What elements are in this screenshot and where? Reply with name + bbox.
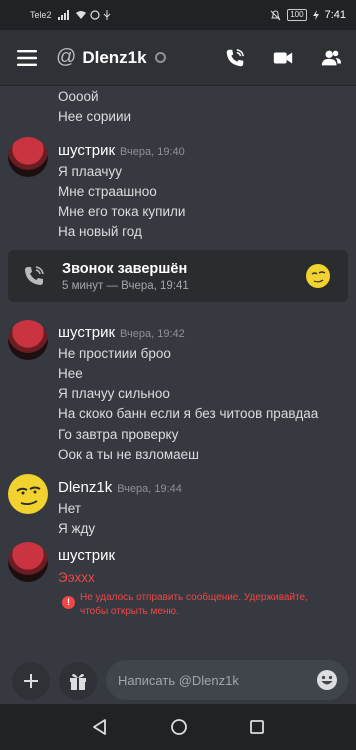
author-name[interactable]: шустрик: [58, 142, 115, 159]
message-list[interactable]: Оооой Нее сориии шустрик Вчера, 19:40 Я п…: [0, 86, 356, 658]
emoji-icon[interactable]: [316, 669, 338, 691]
recents-icon[interactable]: [249, 719, 265, 735]
call-ended-icon: [25, 266, 44, 285]
avatar[interactable]: [8, 542, 48, 582]
members-icon[interactable]: [320, 47, 342, 69]
failed-message-line[interactable]: Ээххх: [58, 570, 95, 585]
call-ended-card[interactable]: Звонок завершён 5 минут — Вчера, 19:41: [8, 250, 348, 302]
message-line: Я плаачуу: [58, 164, 122, 179]
channel-title: Dlenz1k: [82, 47, 147, 67]
gift-button[interactable]: [59, 662, 97, 700]
message-line: На новый год: [58, 224, 142, 239]
message-timestamp: Вчера, 19:40: [120, 146, 185, 158]
author-name[interactable]: шустрик: [58, 324, 115, 341]
message-composer: [0, 658, 356, 704]
message-line: На скоко банн если я без читоов правдаа: [58, 406, 319, 421]
hamburger-icon: [17, 49, 37, 66]
system-nav-bar: [0, 704, 356, 750]
participant-avatar: [306, 264, 330, 288]
plus-icon: [24, 674, 38, 688]
message-line: Нее: [58, 366, 83, 381]
voice-call-icon[interactable]: [224, 47, 246, 69]
battery-indicator: 100: [287, 9, 307, 21]
offline-status-icon: [154, 52, 166, 63]
channel-header: @ Dlenz1k: [0, 30, 356, 86]
menu-button[interactable]: [0, 30, 56, 86]
message-line: Нее сориии: [58, 109, 132, 124]
gift-icon: [70, 674, 86, 690]
message-input-box[interactable]: [106, 660, 348, 700]
add-attachment-button[interactable]: [12, 662, 50, 700]
at-icon: @: [56, 46, 77, 68]
avatar[interactable]: [8, 320, 48, 360]
message-line: Го завтра проверку: [58, 427, 179, 442]
error-icon: !: [62, 596, 75, 609]
message-line: Я плачуу сильноо: [58, 386, 170, 401]
message-line: Не простиии броо: [58, 346, 171, 361]
message-line: Мне его тока купили: [58, 204, 186, 219]
back-icon[interactable]: [91, 718, 109, 736]
whatsapp-icon: [89, 10, 100, 20]
usb-icon: [103, 10, 110, 20]
message-timestamp: Вчера, 19:42: [120, 328, 185, 340]
error-text: чтобы открыть меню.: [80, 606, 179, 617]
charging-icon: [312, 10, 319, 20]
wifi-icon: [75, 11, 86, 19]
message-line: Я жду: [58, 521, 96, 536]
mute-icon: [270, 9, 281, 20]
avatar[interactable]: [8, 137, 48, 177]
message-line: Мне страашноо: [58, 184, 157, 199]
carrier-label: Tele2: [30, 10, 52, 20]
message-line: Оооой: [58, 89, 99, 104]
status-bar: Tele2 100 7:41: [0, 0, 356, 30]
error-text: Не удалось отправить сообщение. Удержива…: [80, 592, 308, 603]
message-author[interactable]: шустрик Вчера, 19:42: [58, 324, 185, 341]
author-name[interactable]: Dlenz1k: [58, 479, 112, 496]
message-author[interactable]: Dlenz1k Вчера, 19:44: [58, 479, 182, 496]
call-title: Звонок завершён: [62, 261, 188, 277]
message-timestamp: Вчера, 19:44: [117, 483, 182, 495]
message-line: Нет: [58, 501, 81, 516]
home-icon[interactable]: [170, 718, 188, 736]
clock: 7:41: [324, 9, 346, 21]
message-line: Оок а ты не взломаеш: [58, 447, 199, 462]
message-author[interactable]: шустрик: [58, 547, 115, 564]
message-input[interactable]: [118, 672, 308, 688]
message-author[interactable]: шустрик Вчера, 19:40: [58, 142, 185, 159]
call-subtitle: 5 минут — Вчера, 19:41: [62, 280, 189, 292]
status-icons: [57, 10, 111, 20]
signal-icon: [57, 10, 69, 20]
avatar[interactable]: [8, 474, 48, 514]
video-call-icon[interactable]: [272, 47, 294, 69]
